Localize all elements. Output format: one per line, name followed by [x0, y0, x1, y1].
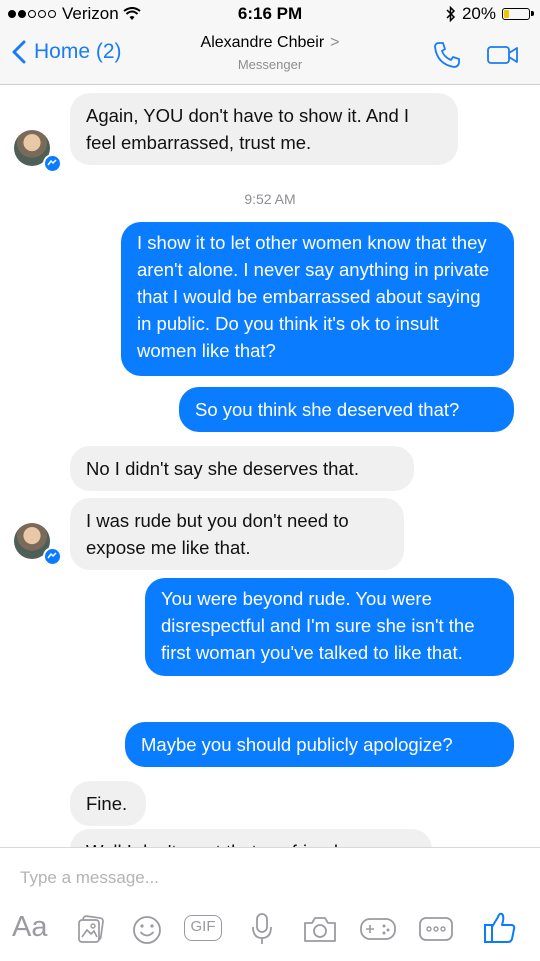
composer-toolbar: Aa GIF — [0, 911, 540, 951]
chevron-right-icon: > — [330, 34, 340, 51]
aa-label: Aa — [12, 911, 48, 943]
messenger-badge-icon — [43, 547, 62, 566]
message-incoming-partial[interactable]: Well I don't want that my friends or — [70, 829, 432, 847]
message-outgoing[interactable]: So you think she deserved that? — [179, 387, 514, 432]
message-incoming[interactable]: I was rude but you don't need to expose … — [70, 498, 404, 570]
battery-icon — [502, 8, 534, 20]
conversation-thread[interactable]: Again, YOU don't have to show it. And I … — [0, 85, 540, 847]
navigation-bar: Home (2) Alexandre Chbeir > Messenger — [0, 28, 540, 85]
bluetooth-icon — [446, 6, 456, 22]
emoji-icon[interactable] — [131, 914, 163, 946]
message-timestamp: 9:52 AM — [244, 191, 296, 207]
message-incoming[interactable]: Again, YOU don't have to show it. And I … — [70, 93, 458, 165]
more-options-icon[interactable] — [418, 916, 454, 942]
gif-label: GIF — [190, 918, 216, 935]
message-input[interactable]: Type a message... — [20, 868, 159, 888]
video-call-icon[interactable] — [486, 43, 520, 67]
microphone-icon[interactable] — [249, 911, 275, 947]
message-composer: Type a message... Aa GIF — [0, 847, 540, 961]
games-icon[interactable] — [359, 915, 397, 943]
gif-button[interactable]: GIF — [184, 915, 222, 941]
message-outgoing[interactable]: I show it to let other women know that t… — [121, 222, 514, 376]
messenger-badge-icon — [43, 154, 62, 173]
camera-icon[interactable] — [302, 914, 338, 944]
battery-percent: 20% — [461, 4, 496, 23]
status-bar: Verizon 6:16 PM 20% — [0, 0, 540, 28]
photo-gallery-icon[interactable] — [76, 915, 106, 945]
message-outgoing[interactable]: You were beyond rude. You were disrespec… — [145, 578, 514, 676]
text-format-button[interactable]: Aa — [12, 911, 47, 944]
message-incoming[interactable]: Fine. — [70, 781, 146, 826]
message-outgoing[interactable]: Maybe you should publicly apologize? — [125, 722, 514, 767]
thumbs-up-icon[interactable] — [482, 911, 518, 945]
contact-name: Alexandre Chbeir — [200, 34, 325, 51]
message-incoming[interactable]: No I didn't say she deserves that. — [70, 446, 414, 491]
phone-call-icon[interactable] — [432, 40, 462, 70]
